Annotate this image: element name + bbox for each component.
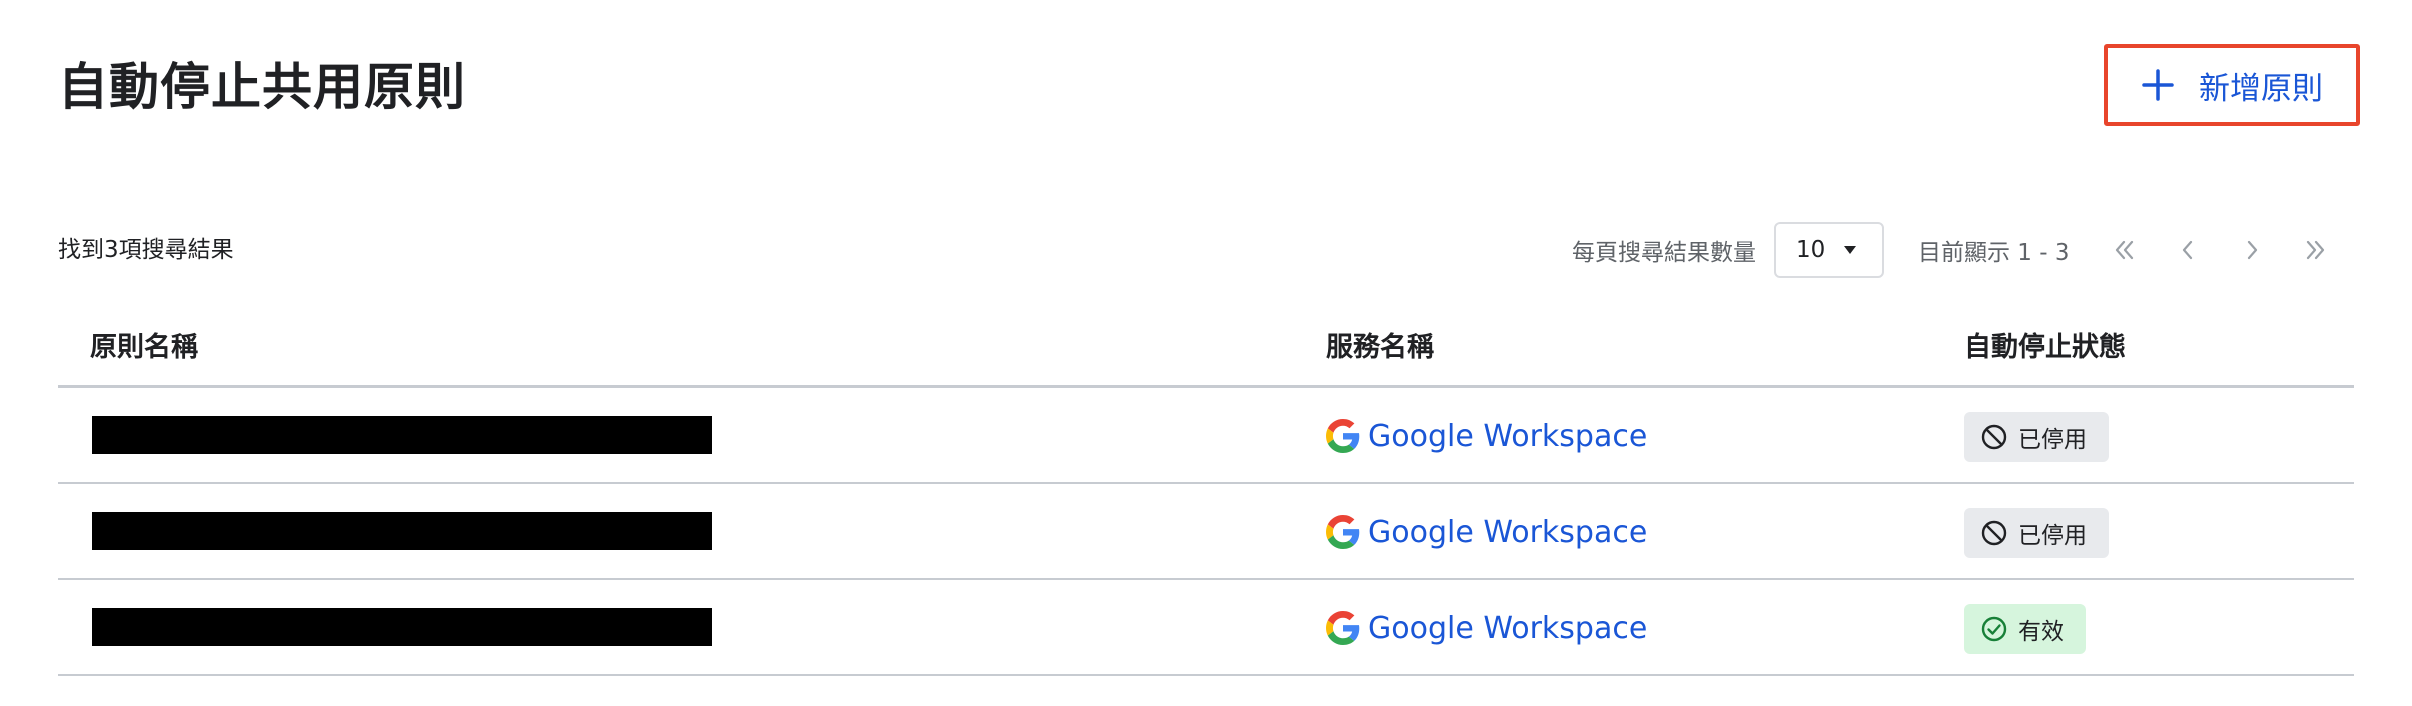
google-logo-icon	[1326, 611, 1360, 645]
policies-table: 原則名稱 服務名稱 自動停止狀態 Google Workspace 已停用 Go…	[58, 304, 2354, 676]
chevron-left-icon	[2182, 240, 2192, 260]
service-link[interactable]: Google Workspace	[1326, 388, 1647, 484]
table-row[interactable]: Google Workspace 已停用	[58, 388, 2354, 484]
plus-icon	[2142, 69, 2174, 101]
service-link[interactable]: Google Workspace	[1326, 580, 1647, 676]
check-circle-icon	[1981, 616, 2007, 642]
table-row[interactable]: Google Workspace 已停用	[58, 484, 2354, 580]
pagination-bar: 每頁搜尋結果數量 10 目前顯示 1 - 3	[1572, 220, 2412, 280]
status-label: 有效	[2018, 619, 2064, 645]
redacted-policy-name	[92, 416, 712, 454]
table-row[interactable]: Google Workspace 有效	[58, 580, 2354, 676]
range-label: 目前顯示 1 - 3	[1918, 240, 2070, 266]
table-header: 原則名稱 服務名稱 自動停止狀態	[58, 304, 2354, 388]
per-page-select[interactable]: 10	[1774, 222, 1884, 278]
double-chevron-left-icon	[2115, 240, 2133, 260]
google-logo-icon	[1326, 419, 1360, 453]
status-badge: 有效	[1964, 604, 2086, 654]
google-logo-icon	[1326, 515, 1360, 549]
page: 自動停止共用原則 新增原則 找到3項搜尋結果 每頁搜尋結果數量 10 目前顯示 …	[0, 0, 2412, 706]
chevron-right-icon	[2247, 240, 2257, 260]
service-link[interactable]: Google Workspace	[1326, 484, 1647, 580]
redacted-policy-name	[92, 608, 712, 646]
add-rule-label: 新增原則	[2199, 70, 2323, 107]
service-name: Google Workspace	[1368, 610, 1648, 646]
last-page-button[interactable]	[2284, 222, 2348, 278]
next-page-button[interactable]	[2220, 222, 2284, 278]
column-header-service-name: 服務名稱	[1326, 332, 1434, 363]
prev-page-button[interactable]	[2156, 222, 2220, 278]
redacted-policy-name	[92, 512, 712, 550]
column-header-auto-stop-status: 自動停止狀態	[1964, 332, 2126, 363]
service-name: Google Workspace	[1368, 514, 1648, 550]
caret-down-icon	[1844, 246, 1857, 254]
prohibited-icon	[1981, 520, 2007, 546]
status-badge: 已停用	[1964, 412, 2109, 462]
status-label: 已停用	[2018, 427, 2087, 453]
per-page-label: 每頁搜尋結果數量	[1572, 240, 1756, 266]
service-name: Google Workspace	[1368, 418, 1648, 454]
add-rule-button[interactable]: 新增原則	[2104, 44, 2360, 126]
status-badge: 已停用	[1964, 508, 2109, 558]
status-label: 已停用	[2018, 523, 2087, 549]
per-page-value: 10	[1796, 237, 1826, 263]
page-title: 自動停止共用原則	[58, 58, 466, 116]
prohibited-icon	[1981, 424, 2007, 450]
first-page-button[interactable]	[2092, 222, 2156, 278]
results-count: 找到3項搜尋結果	[58, 237, 234, 263]
double-chevron-right-icon	[2306, 240, 2324, 260]
column-header-policy-name: 原則名稱	[90, 332, 198, 363]
